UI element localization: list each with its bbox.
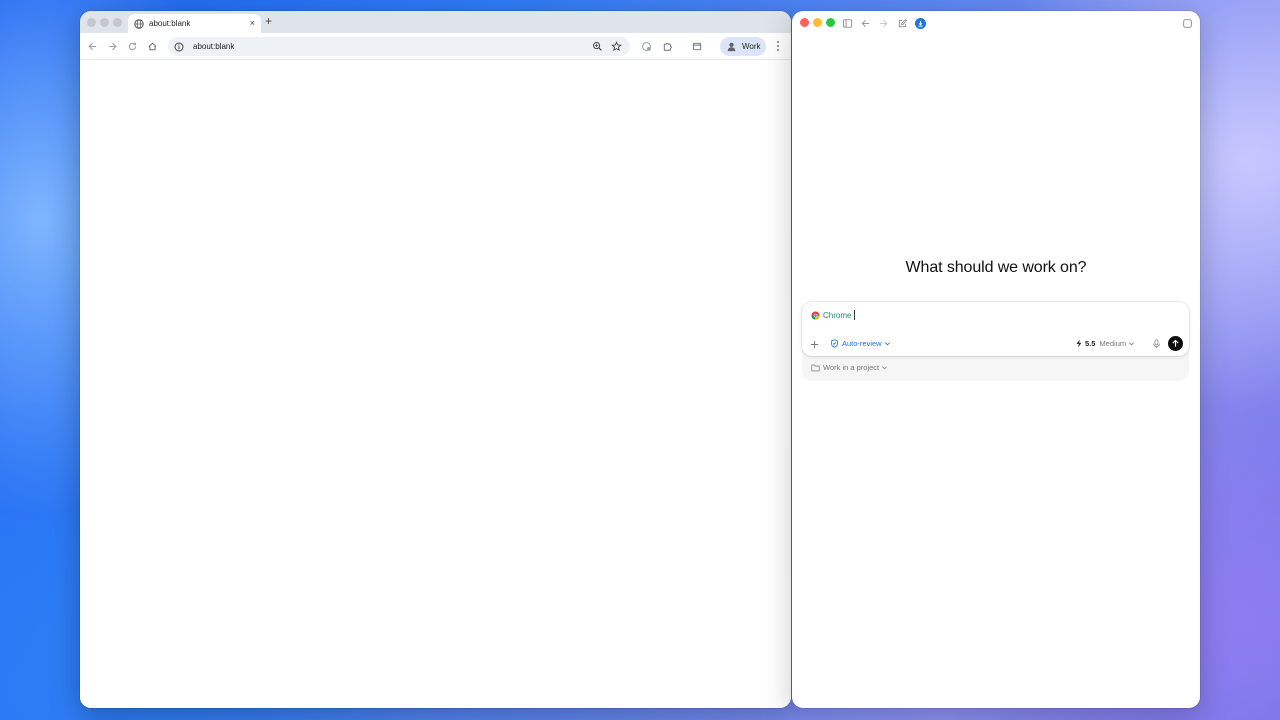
download-arrow-icon: [918, 20, 923, 27]
project-selector-label: Work in a project: [823, 363, 880, 372]
globe-icon: [134, 18, 144, 29]
forward-icon[interactable]: [878, 18, 889, 29]
shield-icon: [831, 339, 838, 348]
chrome-logo-icon: [811, 310, 820, 320]
chevron-down-icon: [884, 342, 890, 346]
tab-about-blank[interactable]: about:blank ×: [128, 14, 261, 33]
model-version: 5.5: [1085, 339, 1096, 348]
address-url: about:blank: [193, 42, 235, 51]
back-icon[interactable]: [87, 41, 98, 52]
profile-button[interactable]: Work: [720, 37, 766, 56]
chevron-down-icon: [882, 366, 888, 370]
permission-mode-dropdown[interactable]: Auto-review: [830, 339, 891, 348]
window-minimize-button[interactable]: [813, 18, 822, 27]
context-chip-chrome[interactable]: Chrome: [823, 311, 851, 320]
folder-icon: [811, 364, 820, 371]
page-title: What should we work on?: [905, 259, 1087, 276]
zoom-icon[interactable]: [592, 41, 603, 52]
window-layout-icon[interactable]: [1182, 18, 1193, 29]
chevron-down-icon: [1129, 342, 1135, 346]
menu-icon[interactable]: [775, 40, 781, 52]
new-chat-icon[interactable]: [897, 18, 908, 29]
download-update-icon[interactable]: [915, 18, 926, 29]
info-icon[interactable]: [174, 42, 184, 52]
browser-window: about:blank × + about:blank Work: [80, 11, 791, 708]
window-minimize-button[interactable]: [100, 18, 109, 27]
window-zoom-button[interactable]: [113, 18, 122, 27]
permission-mode-label: Auto-review: [842, 339, 882, 348]
text-caret: [854, 310, 856, 320]
model-selector-dropdown[interactable]: 5.5 Medium: [1075, 339, 1135, 348]
project-selector[interactable]: Work in a project: [811, 363, 888, 372]
reload-icon[interactable]: [127, 41, 138, 52]
extension-puzzle-icon[interactable]: [662, 41, 673, 52]
window-close-button[interactable]: [800, 18, 809, 27]
microphone-icon[interactable]: [1152, 339, 1161, 349]
tab-search-icon[interactable]: [692, 41, 703, 52]
tab-title: about:blank: [149, 19, 191, 28]
composer-container: Chrome Auto-review 5.5 Medium Work in a …: [802, 302, 1189, 381]
profile-label: Work: [742, 42, 761, 51]
send-button[interactable]: [1168, 336, 1183, 351]
tab-strip: about:blank × +: [80, 11, 791, 33]
sidebar-toggle-icon[interactable]: [842, 18, 853, 29]
add-attachment-icon[interactable]: [810, 340, 819, 349]
prompt-composer[interactable]: Chrome Auto-review 5.5 Medium: [802, 302, 1189, 356]
browser-toolbar: about:blank Work: [80, 33, 791, 60]
arrow-up-icon: [1172, 339, 1179, 347]
context-chip-row[interactable]: Chrome: [811, 310, 856, 320]
forward-icon[interactable]: [107, 41, 118, 52]
page-content-blank[interactable]: [80, 61, 791, 708]
effort-label: Medium: [1099, 339, 1127, 348]
back-icon[interactable]: [860, 18, 871, 29]
assistant-window: What should we work on? Chrome Auto-revi…: [792, 11, 1200, 708]
window-zoom-button[interactable]: [826, 18, 835, 27]
address-bar[interactable]: about:blank: [168, 37, 630, 56]
home-icon[interactable]: [147, 41, 158, 52]
window-close-button[interactable]: [87, 18, 96, 27]
new-tab-button[interactable]: +: [265, 15, 272, 27]
tab-close-icon[interactable]: ×: [250, 19, 255, 28]
bookmark-star-icon[interactable]: [611, 41, 622, 52]
bolt-icon: [1076, 339, 1082, 348]
extension-badge-icon[interactable]: [641, 41, 652, 52]
avatar-icon: [727, 42, 736, 52]
